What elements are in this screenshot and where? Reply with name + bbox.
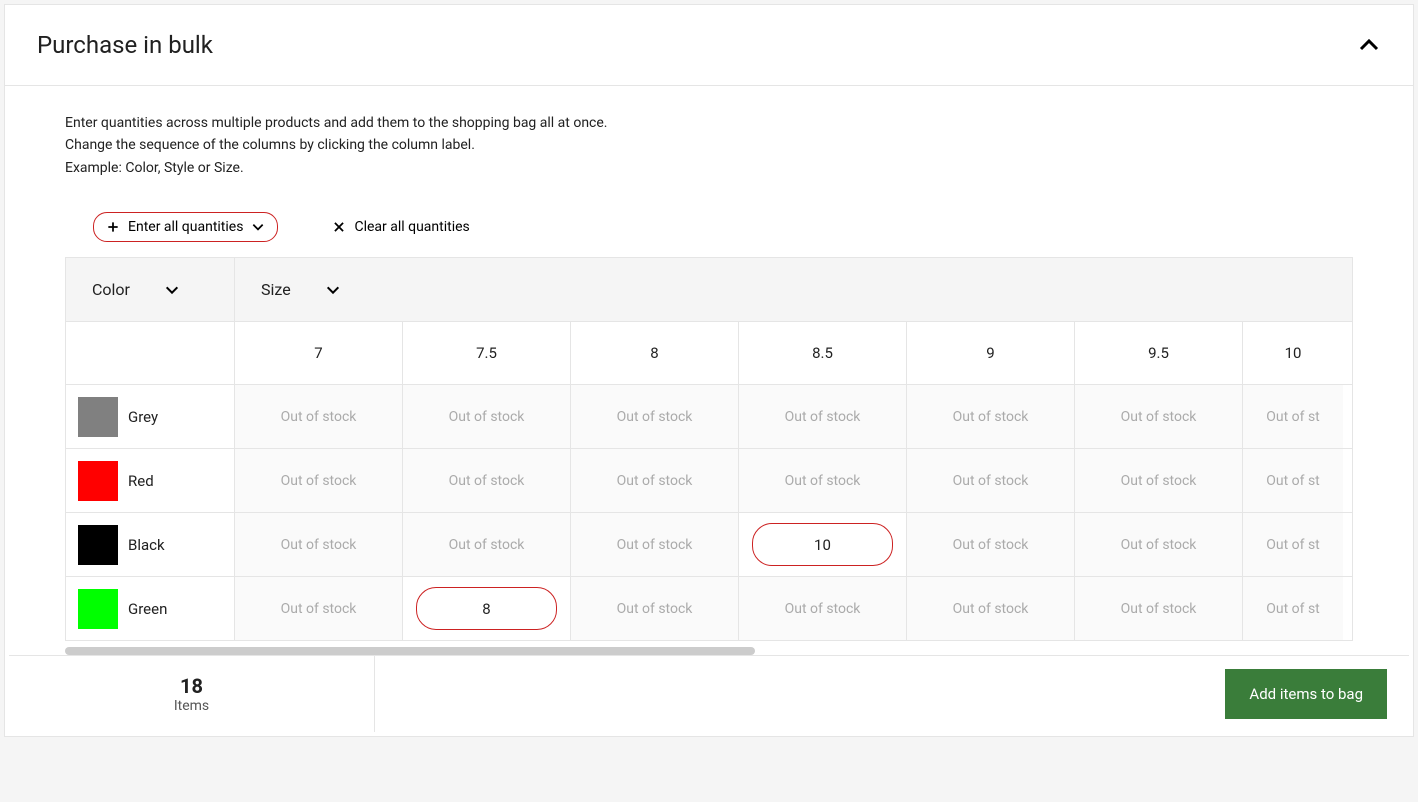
color-swatch bbox=[78, 525, 118, 565]
size-column-header: 10 bbox=[1243, 322, 1343, 384]
color-swatch bbox=[78, 589, 118, 629]
enter-all-quantities-button[interactable]: Enter all quantities bbox=[93, 212, 278, 242]
size-column-header: 9 bbox=[907, 322, 1075, 384]
row-label: Red bbox=[66, 449, 235, 512]
chevron-down-icon bbox=[164, 282, 180, 298]
out-of-stock-cell: Out of st bbox=[1243, 577, 1343, 640]
quantity-cell[interactable] bbox=[739, 513, 907, 576]
size-column-header: 8.5 bbox=[739, 322, 907, 384]
table-row: GreyOut of stockOut of stockOut of stock… bbox=[66, 384, 1352, 448]
collapse-toggle[interactable] bbox=[1357, 33, 1381, 57]
out-of-stock-cell: Out of stock bbox=[739, 449, 907, 512]
desc-line: Enter quantities across multiple product… bbox=[65, 112, 1353, 134]
clear-all-quantities-button[interactable]: Clear all quantities bbox=[322, 211, 479, 243]
out-of-stock-cell: Out of st bbox=[1243, 385, 1343, 448]
out-of-stock-cell: Out of stock bbox=[571, 449, 739, 512]
row-label: Black bbox=[66, 513, 235, 576]
row-label-text: Black bbox=[128, 536, 165, 554]
out-of-stock-cell: Out of stock bbox=[907, 513, 1075, 576]
quantity-cell[interactable] bbox=[403, 577, 571, 640]
row-label-text: Red bbox=[128, 472, 154, 490]
column-header-label: Size bbox=[261, 280, 291, 299]
quantity-highlight bbox=[416, 587, 557, 629]
attribute-header-row: Color Size bbox=[66, 258, 1352, 321]
chevron-down-icon bbox=[251, 220, 265, 234]
chevron-down-icon bbox=[325, 282, 341, 298]
desc-line: Example: Color, Style or Size. bbox=[65, 157, 1353, 179]
out-of-stock-cell: Out of stock bbox=[907, 449, 1075, 512]
out-of-stock-cell: Out of stock bbox=[235, 449, 403, 512]
out-of-stock-cell: Out of st bbox=[1243, 513, 1343, 576]
size-spacer bbox=[66, 322, 235, 384]
add-items-to-bag-button[interactable]: Add items to bag bbox=[1225, 669, 1387, 719]
item-count: 18 bbox=[9, 674, 374, 698]
table-row: GreenOut of stockOut of stockOut of stoc… bbox=[66, 576, 1352, 640]
column-header-color[interactable]: Color bbox=[66, 258, 235, 321]
plus-icon bbox=[106, 220, 120, 234]
item-count-box: 18 Items bbox=[9, 656, 375, 732]
panel-content: Enter quantities across multiple product… bbox=[5, 86, 1413, 736]
bulk-purchase-panel: Purchase in bulk Enter quantities across… bbox=[4, 4, 1414, 737]
footer-bar: 18 Items Add items to bag bbox=[9, 655, 1409, 732]
scrollbar-thumb[interactable] bbox=[65, 647, 755, 655]
panel-header: Purchase in bulk bbox=[5, 5, 1413, 86]
out-of-stock-cell: Out of stock bbox=[907, 385, 1075, 448]
out-of-stock-cell: Out of stock bbox=[1075, 513, 1243, 576]
column-header-size[interactable]: Size bbox=[235, 258, 403, 321]
size-column-header: 8 bbox=[571, 322, 739, 384]
page-title: Purchase in bulk bbox=[37, 31, 213, 59]
size-column-header: 9.5 bbox=[1075, 322, 1243, 384]
row-label-text: Grey bbox=[128, 408, 158, 426]
out-of-stock-cell: Out of stock bbox=[235, 513, 403, 576]
out-of-stock-cell: Out of stock bbox=[403, 513, 571, 576]
clear-all-label: Clear all quantities bbox=[354, 219, 469, 235]
enter-all-label: Enter all quantities bbox=[128, 219, 243, 235]
row-label: Green bbox=[66, 577, 235, 640]
out-of-stock-cell: Out of stock bbox=[571, 577, 739, 640]
quantity-input[interactable] bbox=[753, 536, 892, 554]
out-of-stock-cell: Out of stock bbox=[571, 513, 739, 576]
out-of-stock-cell: Out of stock bbox=[907, 577, 1075, 640]
horizontal-scrollbar[interactable] bbox=[65, 647, 1353, 655]
out-of-stock-cell: Out of stock bbox=[235, 577, 403, 640]
out-of-stock-cell: Out of st bbox=[1243, 449, 1343, 512]
description: Enter quantities across multiple product… bbox=[65, 112, 1353, 179]
out-of-stock-cell: Out of stock bbox=[571, 385, 739, 448]
desc-line: Change the sequence of the columns by cl… bbox=[65, 134, 1353, 156]
bulk-table: Color Size 77.588.599.510 Grey Out of sto… bbox=[65, 257, 1353, 641]
quantity-input[interactable] bbox=[417, 600, 556, 618]
out-of-stock-cell: Out of stock bbox=[235, 385, 403, 448]
out-of-stock-cell: Out of stock bbox=[1075, 385, 1243, 448]
close-icon bbox=[332, 220, 346, 234]
row-label: Grey bbox=[66, 385, 235, 448]
color-swatch bbox=[78, 397, 118, 437]
column-header-label: Color bbox=[92, 280, 130, 299]
out-of-stock-cell: Out of stock bbox=[739, 577, 907, 640]
quantity-highlight bbox=[752, 523, 893, 565]
out-of-stock-cell: Out of stock bbox=[739, 385, 907, 448]
out-of-stock-cell: Out of stock bbox=[403, 385, 571, 448]
table-row: RedOut of stockOut of stockOut of stockO… bbox=[66, 448, 1352, 512]
chevron-up-icon bbox=[1357, 33, 1381, 57]
out-of-stock-cell: Out of stock bbox=[403, 449, 571, 512]
size-column-header: 7.5 bbox=[403, 322, 571, 384]
row-label-text: Green bbox=[128, 600, 167, 618]
action-bar: Enter all quantities Clear all quantitie… bbox=[65, 211, 1353, 243]
table-row: BlackOut of stockOut of stockOut of stoc… bbox=[66, 512, 1352, 576]
size-header-row: 77.588.599.510 bbox=[66, 321, 1352, 384]
size-column-header: 7 bbox=[235, 322, 403, 384]
out-of-stock-cell: Out of stock bbox=[1075, 449, 1243, 512]
out-of-stock-cell: Out of stock bbox=[1075, 577, 1243, 640]
item-count-label: Items bbox=[9, 698, 374, 714]
color-swatch bbox=[78, 461, 118, 501]
